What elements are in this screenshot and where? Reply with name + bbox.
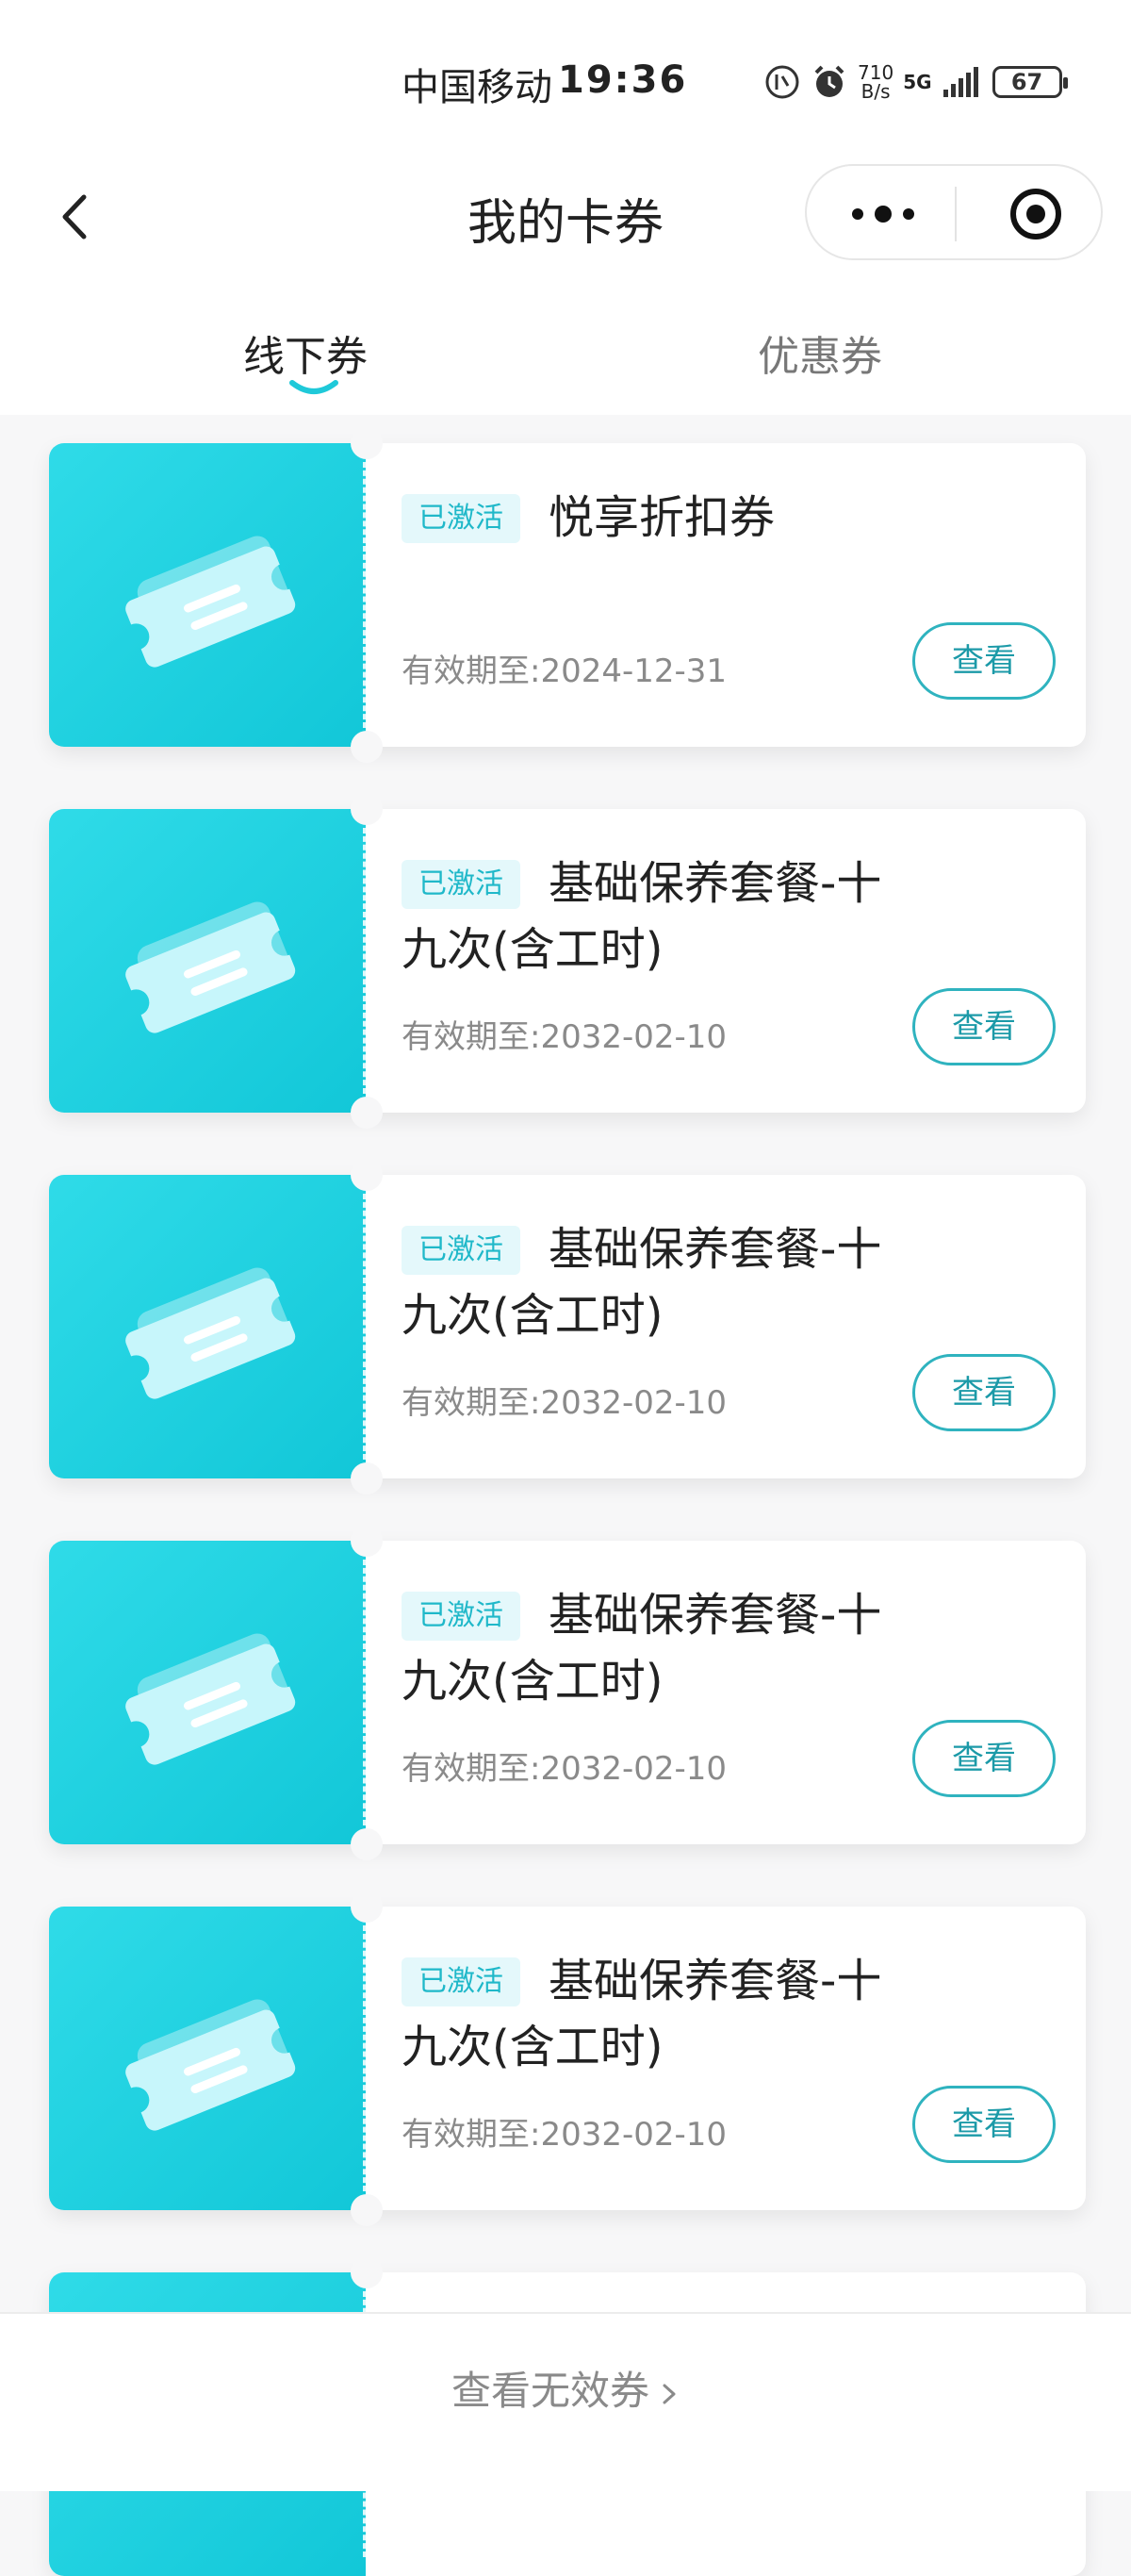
coupon-expiry: 有效期至:2032-02-10 (402, 1384, 728, 1422)
more-dot-icon (903, 208, 914, 220)
tab-bar: 线下券 优惠券 (0, 273, 1131, 415)
capsule-divider (955, 187, 957, 241)
coupon-card-body: 已激活 基础保养套餐-十九次(含工时) 有效期至:2032-02-10 查看 (49, 1907, 1086, 2210)
coupon-expiry: 有效期至:2032-02-10 (402, 2116, 728, 2154)
card-notch (351, 1462, 383, 1494)
ticket-icon (125, 1999, 296, 2131)
card-notch (351, 2194, 383, 2226)
coupon-title: 悦享折扣券 (549, 491, 776, 544)
chevron-right-icon (663, 2384, 676, 2403)
more-button[interactable] (841, 190, 926, 238)
status-bar: 中国移动 19:36 710 B/s 5G 67 (0, 0, 1131, 160)
signal-icon (942, 67, 978, 97)
hd-call-icon (765, 65, 799, 99)
invalid-link-label: 查看无效券 (451, 2368, 649, 2414)
ticket-icon (125, 901, 296, 1033)
coupon-card-art (49, 1541, 366, 1844)
alarm-icon (814, 65, 844, 97)
status-icons: 710 B/s 5G 67 (763, 58, 1068, 106)
coupon-expiry: 有效期至:2032-02-10 (402, 1750, 728, 1788)
coupon-card-art (49, 443, 366, 747)
more-dot-icon (852, 208, 863, 220)
network-speed: 710 B/s (858, 63, 893, 101)
coupon-card[interactable]: 已激活 基础保养套餐-十九次(含工时) 有效期至:2032-02-10 查看 (49, 1159, 1086, 1494)
coupon-expiry: 有效期至:2032-02-10 (402, 1018, 728, 1056)
card-notch (351, 1828, 383, 1860)
view-coupon-button[interactable]: 查看 (912, 1720, 1056, 1797)
card-notch (351, 1525, 383, 1557)
view-coupon-button[interactable]: 查看 (912, 622, 1056, 700)
coupon-card[interactable]: 已激活 基础保养套餐-十九次(含工时) 有效期至:2032-02-10 查看 (49, 793, 1086, 1129)
ticket-icon (125, 536, 296, 668)
view-coupon-button[interactable]: 查看 (912, 2086, 1056, 2163)
clock-time: 19:36 (558, 58, 688, 102)
card-notch (351, 2256, 383, 2288)
coupon-card[interactable]: 已激活 基础保养套餐-十九次(含工时) 有效期至:2032-02-10 查看 (49, 1891, 1086, 2226)
network-type: 5G (903, 71, 932, 93)
card-notch (351, 1891, 383, 1923)
close-miniprogram-icon[interactable] (1008, 187, 1063, 241)
active-tab-indicator (289, 380, 338, 394)
coupon-card-body: 已激活 基础保养套餐-十九次(含工时) 有效期至:2032-02-10 查看 (49, 1541, 1086, 1844)
coupon-card-body: 已激活 基础保养套餐-十九次(含工时) 有效期至:2032-02-10 查看 (49, 809, 1086, 1113)
battery-icon: 67 (992, 66, 1068, 98)
more-dot-icon (875, 206, 892, 223)
coupon-card-art (49, 1175, 366, 1478)
speed-unit: B/s (861, 80, 891, 103)
card-notch (351, 1097, 383, 1129)
coupon-card-art (49, 1907, 366, 2210)
nav-bar: 我的卡券 (0, 160, 1131, 273)
view-invalid-coupons-link[interactable]: 查看无效券 (0, 2359, 1131, 2417)
view-coupon-button[interactable]: 查看 (912, 1354, 1056, 1431)
bottom-bar: 查看无效券 (0, 2312, 1131, 2491)
carrier-name: 中国移动 (402, 66, 552, 109)
coupon-card-body: 已激活 基础保养套餐-十九次(含工时) 有效期至:2032-02-10 查看 (49, 1175, 1086, 1478)
tab-offline-coupons[interactable]: 线下券 (243, 322, 368, 383)
ticket-icon (125, 1267, 296, 1399)
speed-value: 710 (858, 61, 894, 84)
miniprogram-capsule (805, 164, 1103, 260)
card-notch (351, 1159, 383, 1191)
coupon-card-body: 已激活 悦享折扣券 有效期至:2024-12-31 查看 (49, 443, 1086, 747)
ticket-icon (125, 1633, 296, 1765)
coupon-expiry: 有效期至:2024-12-31 (402, 652, 728, 690)
battery-level: 67 (1010, 69, 1043, 95)
view-coupon-button[interactable]: 查看 (912, 988, 1056, 1065)
coupon-card[interactable]: 已激活 悦享折扣券 有效期至:2024-12-31 查看 (49, 427, 1086, 763)
coupon-title: 基础保养套餐-十九次(含工时) (402, 1223, 882, 1342)
tab-discount-coupons[interactable]: 优惠券 (758, 322, 882, 383)
coupon-card-art (49, 809, 366, 1113)
card-notch (351, 427, 383, 459)
coupon-title: 基础保养套餐-十九次(含工时) (402, 1955, 882, 2073)
coupon-title: 基础保养套餐-十九次(含工时) (402, 1589, 882, 1708)
card-notch (351, 731, 383, 763)
coupon-title: 基础保养套餐-十九次(含工时) (402, 857, 882, 976)
card-notch (351, 793, 383, 825)
coupon-card[interactable]: 已激活 基础保养套餐-十九次(含工时) 有效期至:2032-02-10 查看 (49, 1525, 1086, 1860)
